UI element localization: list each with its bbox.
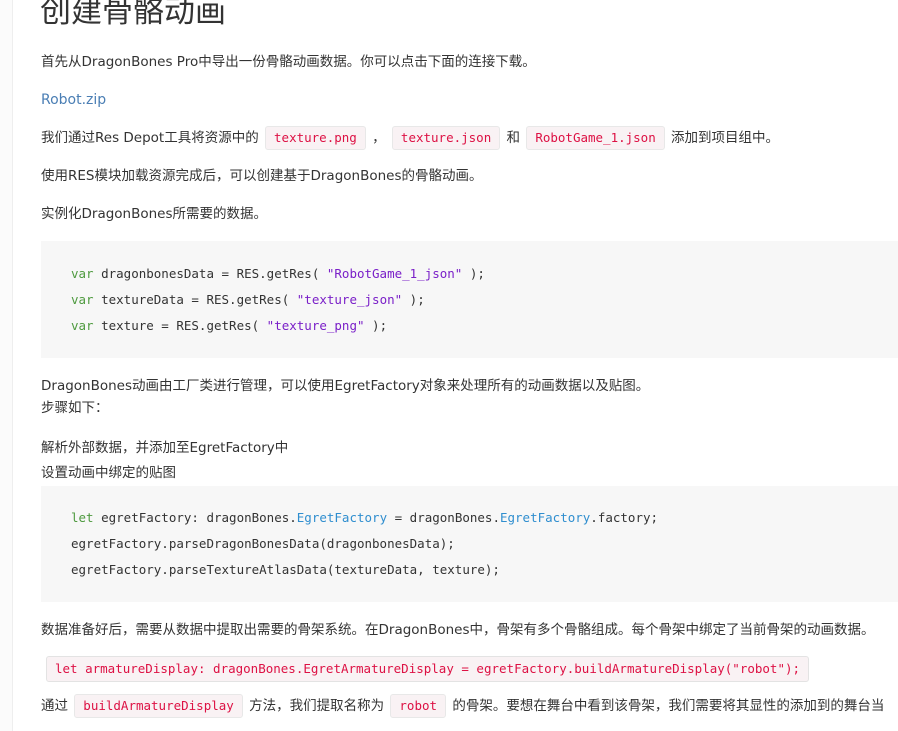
code-build-armature-display: let armatureDisplay: dragonBones.EgretAr… <box>46 656 810 682</box>
robot-zip-link[interactable]: Robot.zip <box>41 92 106 108</box>
resource-text-prefix: 我们通过Res Depot工具将资源中的 <box>41 130 259 146</box>
code-method-name: buildArmatureDisplay <box>74 694 243 718</box>
code-line: egretFactory.parseTextureAtlasData(textu… <box>71 562 500 577</box>
download-link-row: Robot.zip <box>41 88 106 112</box>
resource-paragraph: 我们通过Res Depot工具将资源中的 texture.png ， textu… <box>41 126 779 150</box>
code-robotgame-json: RobotGame_1.json <box>526 126 665 150</box>
build-text-mid: 方法，我们提取名称为 <box>249 698 385 714</box>
build-text-prefix: 通过 <box>41 698 68 714</box>
res-module-paragraph: 使用RES模块加载资源完成后，可以创建基于DragonBones的骨骼动画。 <box>41 168 483 184</box>
armature-paragraph: 数据准备好后，需要从数据中提取出需要的骨架系统。在DragonBones中，骨架… <box>41 622 875 638</box>
code-line: let egretFactory: dragonBones.EgretFacto… <box>71 510 659 525</box>
code-robot-name: robot <box>390 694 447 718</box>
code-block-factory: let egretFactory: dragonBones.EgretFacto… <box>41 486 898 602</box>
factory-paragraph-line2: 步骤如下： <box>41 400 109 416</box>
code-block-load-data: var dragonbonesData = RES.getRes( "Robot… <box>41 241 898 358</box>
build-armature-paragraph: 通过 buildArmatureDisplay 方法，我们提取名称为 robot… <box>41 694 884 718</box>
code-line: var textureData = RES.getRes( "texture_j… <box>71 292 425 307</box>
code-line: var dragonbonesData = RES.getRes( "Robot… <box>71 266 485 281</box>
page-title: 创建骨骼动画 <box>40 0 226 30</box>
code-line: egretFactory.parseDragonBonesData(dragon… <box>71 536 455 551</box>
instantiate-paragraph: 实例化DragonBones所需要的数据。 <box>41 206 268 222</box>
factory-paragraph-line1: DragonBones动画由工厂类进行管理，可以使用EgretFactory对象… <box>41 378 650 394</box>
build-text-suffix: 的骨架。要想在舞台中看到该骨架，我们需要将其显性的添加到的舞台当 <box>452 698 885 714</box>
intro-paragraph: 首先从DragonBones Pro中导出一份骨骼动画数据。你可以点击下面的连接… <box>41 54 536 70</box>
step-set-texture: 设置动画中绑定的贴图 <box>41 465 176 481</box>
step-parse-data: 解析外部数据，并添加至EgretFactory中 <box>41 440 289 456</box>
text-and: 和 <box>506 130 521 146</box>
left-border <box>0 0 13 731</box>
code-line: var texture = RES.getRes( "texture_png" … <box>71 318 388 333</box>
code-texture-png: texture.png <box>265 126 366 150</box>
separator-comma: ， <box>372 130 386 146</box>
resource-text-suffix: 添加到项目组中。 <box>671 130 780 146</box>
code-texture-json: texture.json <box>391 126 501 150</box>
